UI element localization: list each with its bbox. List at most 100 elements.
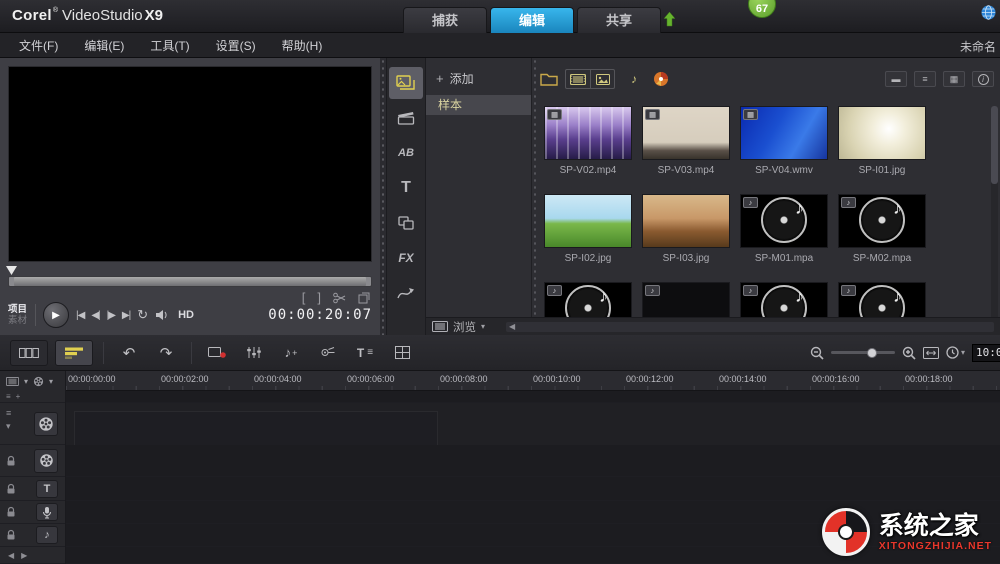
library-item[interactable]: ▦ SP-V03.mp4: [640, 106, 732, 190]
jump-end-button[interactable]: ▶|: [122, 310, 131, 321]
list-view-button[interactable]: ≡: [914, 71, 936, 87]
timeline-ruler[interactable]: ▾ ▾ 00:00:00:00 00:00:02:00 00:00:04:00 …: [0, 371, 1000, 391]
ruler-ticks[interactable]: 00:00:00:00 00:00:02:00 00:00:04:00 00:0…: [66, 371, 1000, 390]
menu-edit[interactable]: 编辑(E): [71, 33, 137, 57]
browse-label[interactable]: 浏览: [453, 319, 476, 335]
scroll-left-icon[interactable]: ◀: [8, 551, 14, 560]
add-track-icon[interactable]: +: [16, 392, 21, 401]
track-manager-row[interactable]: ≡ +: [0, 391, 65, 403]
folder-item-samples[interactable]: 样本: [426, 95, 531, 115]
zoom-out-button[interactable]: [810, 346, 824, 360]
library-item[interactable]: SP-I03.jpg: [640, 194, 732, 278]
music-track-header[interactable]: ♪: [0, 524, 65, 547]
title-track-header[interactable]: T: [0, 477, 65, 501]
lock-icon[interactable]: [6, 529, 16, 541]
library-hscrollbar[interactable]: ◀: [506, 321, 994, 332]
info-button[interactable]: i: [972, 71, 994, 87]
video-track-header[interactable]: ≡ ▾: [0, 403, 65, 445]
volume-icon[interactable]: [155, 309, 169, 321]
library-item[interactable]: ▦ SP-V02.mp4: [542, 106, 634, 190]
gallery-splitter[interactable]: [532, 58, 538, 317]
fit-project-button[interactable]: [922, 346, 939, 359]
library-item[interactable]: SP-I01.jpg: [836, 106, 928, 190]
graphic-button[interactable]: [389, 207, 423, 239]
motion-path-button[interactable]: [389, 277, 423, 309]
storyboard-view-button[interactable]: [10, 339, 48, 366]
zoom-in-button[interactable]: [902, 346, 916, 360]
tab-edit[interactable]: 编辑: [490, 7, 574, 33]
jump-start-button[interactable]: |◀: [76, 310, 85, 321]
filter-button[interactable]: FX: [389, 242, 423, 274]
record-capture-button[interactable]: [202, 341, 232, 365]
scrollbar-thumb[interactable]: [991, 106, 998, 184]
ruler-mode-button[interactable]: ▾: [946, 346, 965, 359]
timecode-display[interactable]: 00:00:20:07: [268, 307, 372, 323]
scrubber-handle[interactable]: [6, 266, 17, 275]
menu-settings[interactable]: 设置(S): [203, 33, 269, 57]
overlay-track-lane[interactable]: [66, 445, 1000, 477]
lock-icon[interactable]: [6, 483, 16, 494]
library-item[interactable]: ▦ SP-V04.wmv: [738, 106, 830, 190]
library-item[interactable]: ♪ ♪ SP-M02.mpa: [836, 194, 928, 278]
menu-help[interactable]: 帮助(H): [269, 33, 336, 57]
prev-frame-button[interactable]: ◀|: [91, 310, 100, 321]
timeline-view-button[interactable]: [55, 339, 93, 366]
network-status-icon[interactable]: [981, 5, 996, 20]
add-folder-button[interactable]: + 添加: [436, 70, 531, 87]
library-item[interactable]: SP-I02.jpg: [542, 194, 634, 278]
trim-bar[interactable]: [8, 276, 372, 287]
filter-audio-button[interactable]: ♪: [622, 70, 646, 88]
instant-project-button[interactable]: [389, 102, 423, 134]
filter-video-button[interactable]: [566, 70, 590, 88]
library-scrollbar[interactable]: [991, 106, 998, 330]
motion-tracking-button[interactable]: [313, 341, 343, 365]
title-button[interactable]: T: [389, 172, 423, 204]
repeat-button[interactable]: ↻: [137, 307, 148, 323]
timeline-zoom-slider[interactable]: [830, 346, 895, 360]
track-scroll-row[interactable]: ◀ ▶: [0, 547, 65, 564]
media-library-button[interactable]: [389, 67, 423, 99]
chevron-down-icon[interactable]: ▾: [6, 422, 11, 431]
duration-box[interactable]: 10:0: [972, 343, 1000, 362]
title-track-lane[interactable]: [66, 477, 1000, 501]
redo-button[interactable]: ↷: [151, 341, 181, 365]
undo-button[interactable]: ↶: [114, 341, 144, 365]
voice-track-button[interactable]: [36, 503, 58, 521]
auto-music-button[interactable]: ♪ +: [276, 341, 306, 365]
scroll-left-icon[interactable]: ◀: [506, 322, 518, 332]
lock-icon[interactable]: [6, 506, 16, 518]
video-track-button[interactable]: [34, 411, 58, 436]
lock-icon[interactable]: [6, 455, 16, 466]
upgrade-arrow-icon[interactable]: [663, 11, 676, 27]
mode-clip[interactable]: 素材: [8, 315, 27, 326]
track-options-icon[interactable]: ≡: [6, 409, 11, 418]
overlay-track-button[interactable]: [34, 448, 58, 473]
library-item[interactable]: ♪ ♪ SP-M01.mpa: [738, 194, 830, 278]
play-button[interactable]: ▶: [43, 302, 70, 328]
media-wheel-icon[interactable]: [653, 71, 669, 87]
track-manager-icon[interactable]: ≡: [6, 392, 11, 401]
grid-view-button[interactable]: ▦: [943, 71, 965, 87]
bar-view-button[interactable]: ▬: [885, 71, 907, 87]
zoom-slider-thumb[interactable]: [866, 347, 877, 358]
hd-toggle-button[interactable]: HD: [178, 309, 194, 321]
scroll-right-icon[interactable]: ▶: [21, 551, 27, 560]
menu-tools[interactable]: 工具(T): [137, 33, 202, 57]
notification-badge[interactable]: 67: [748, 0, 776, 18]
chevron-down-icon[interactable]: ▾: [24, 377, 28, 386]
mode-project[interactable]: 项目: [8, 304, 27, 315]
sound-mixer-button[interactable]: [239, 341, 269, 365]
title-track-button[interactable]: T: [36, 479, 58, 498]
transition-button[interactable]: AB: [389, 137, 423, 169]
preview-video-area[interactable]: [8, 66, 372, 262]
tab-capture[interactable]: 捕获: [403, 7, 487, 33]
next-frame-button[interactable]: |▶: [107, 310, 116, 321]
chevron-down-icon[interactable]: ▾: [49, 377, 53, 386]
split-screen-template-button[interactable]: [387, 341, 417, 365]
tab-share[interactable]: 共享: [577, 7, 661, 33]
filter-photo-button[interactable]: [590, 70, 614, 88]
menu-file[interactable]: 文件(F): [6, 33, 71, 57]
music-track-button[interactable]: ♪: [36, 526, 58, 544]
voice-track-header[interactable]: [0, 501, 65, 524]
overlay-track-header[interactable]: [0, 445, 65, 477]
